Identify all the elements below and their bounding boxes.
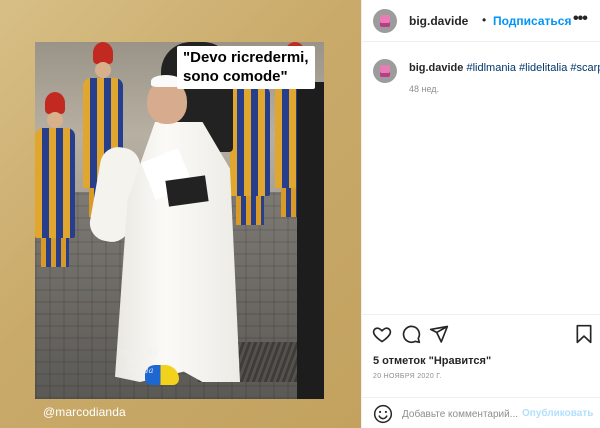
man-in-suit-figure (297, 82, 324, 399)
bookmark-icon[interactable] (574, 324, 594, 344)
paper-plane-icon[interactable] (429, 324, 449, 344)
meme-credit: @marcodianda (43, 405, 126, 419)
swiss-guard-figure (35, 92, 75, 267)
comment-input[interactable] (402, 406, 527, 422)
comment-bubble-icon[interactable] (401, 324, 421, 344)
header-username[interactable]: big.davide (409, 14, 468, 28)
caption-username[interactable]: big.davide (409, 62, 463, 74)
caption-hashtags[interactable]: #lidlmania #lidelitalia #scarpelidl (466, 62, 600, 74)
avatar[interactable] (373, 59, 397, 83)
caption-text: big.davide #lidlmania #lidelitalia #scar… (409, 62, 600, 74)
meme-caption: "Devo ricredermi, sono comode" (177, 46, 315, 89)
caption-comment: big.davide #lidlmania #lidelitalia #scar… (362, 55, 600, 115)
likes-count[interactable]: 5 отметок "Нравится" (373, 355, 491, 367)
follow-button[interactable]: Подписаться (493, 14, 571, 28)
post-header: big.davide • Подписаться ••• (362, 0, 600, 42)
avatar[interactable] (373, 9, 397, 33)
add-comment-bar: Опубликовать (362, 397, 600, 428)
post-actions: 5 отметок "Нравится" 20 НОЯБРЯ 2020 Г. О… (362, 314, 600, 428)
more-options-icon[interactable]: ••• (573, 10, 588, 28)
separator-dot: • (482, 13, 487, 27)
pope-book (165, 175, 209, 207)
heart-icon[interactable] (372, 324, 392, 344)
publish-button[interactable]: Опубликовать (522, 408, 593, 419)
emoji-smile-icon[interactable] (373, 404, 393, 424)
post-media[interactable]: meme by Marco Dianda "Devo ricredermi, s… (0, 0, 361, 428)
post-date: 20 НОЯБРЯ 2020 Г. (373, 373, 442, 380)
meme-watermark: meme by Marco Dianda (120, 348, 158, 375)
caption-age: 48 нед. (409, 84, 440, 94)
post-sidebar: big.davide • Подписаться ••• big.davide … (361, 0, 600, 428)
post-photo[interactable]: meme by Marco Dianda (35, 42, 324, 399)
